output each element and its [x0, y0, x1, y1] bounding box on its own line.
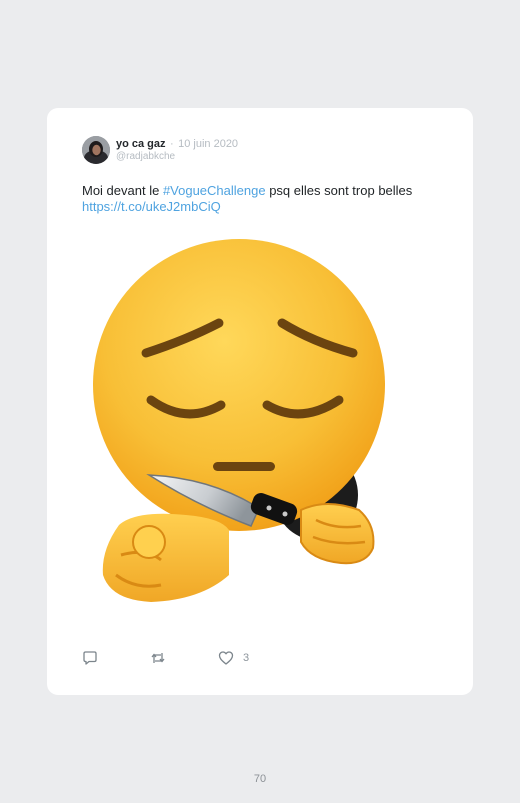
page-number: 70: [253, 773, 267, 785]
author-name[interactable]: yo ca gaz: [116, 138, 166, 150]
tweet-text-before: Moi devant le: [82, 183, 163, 198]
heart-icon: [218, 651, 234, 665]
pensive-knife-emoji-image: [91, 230, 437, 630]
tweet-card: yo ca gaz · 10 juin 2020 @radjabkche Moi…: [47, 108, 473, 695]
like-button[interactable]: 3: [218, 650, 249, 666]
tweet-date[interactable]: 10 juin 2020: [178, 138, 238, 150]
avatar[interactable]: [82, 136, 110, 164]
tweet-url-link[interactable]: https://t.co/ukeJ2mbCiQ: [82, 199, 221, 214]
retweet-button[interactable]: [150, 650, 166, 666]
author-handle[interactable]: @radjabkche: [116, 151, 238, 163]
retweet-icon: [151, 653, 165, 663]
tweet-text-after: psq elles sont trop belles: [265, 183, 413, 198]
reply-icon: [83, 651, 97, 665]
author-meta: yo ca gaz · 10 juin 2020 @radjabkche: [116, 137, 238, 163]
tweet-header: yo ca gaz · 10 juin 2020 @radjabkche: [82, 136, 442, 168]
tweet-actions: 3: [82, 650, 442, 666]
tweet-image[interactable]: [91, 230, 437, 630]
reply-button[interactable]: [82, 650, 98, 666]
hashtag-link[interactable]: #VogueChallenge: [163, 183, 266, 198]
separator-dot: ·: [169, 138, 174, 150]
like-count: 3: [243, 652, 250, 664]
tweet-text: Moi devant le #VogueChallenge psq elles …: [82, 183, 442, 215]
